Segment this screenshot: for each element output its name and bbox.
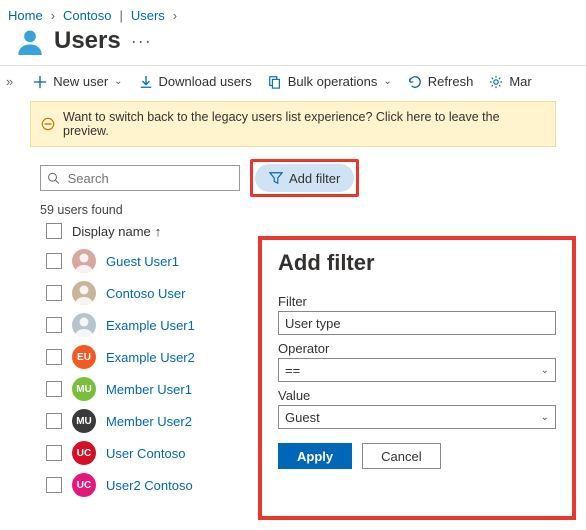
manage-label: Mar	[509, 74, 531, 89]
user-name-link[interactable]: Member User2	[106, 414, 192, 429]
breadcrumb: Home › Contoso | Users ›	[0, 0, 586, 27]
search-icon	[47, 171, 60, 185]
user-icon	[16, 27, 44, 55]
avatar: UC	[72, 441, 96, 465]
row-checkbox[interactable]	[46, 349, 62, 365]
toolbar: » New user ⌄ Download users Bulk operati…	[0, 66, 586, 97]
more-actions-button[interactable]: ···	[131, 31, 152, 52]
avatar: MU	[72, 409, 96, 433]
select-all-checkbox[interactable]	[46, 223, 62, 239]
row-checkbox[interactable]	[46, 381, 62, 397]
chevron-down-icon: ⌄	[114, 76, 122, 87]
operator-field-label: Operator	[278, 341, 556, 356]
chevron-down-icon: ⌄	[541, 412, 549, 423]
operator-field-select[interactable]: == ⌄	[278, 358, 556, 382]
operator-field-value: ==	[285, 363, 300, 378]
apply-button[interactable]: Apply	[278, 443, 352, 469]
avatar	[72, 281, 96, 305]
avatar: MU	[72, 377, 96, 401]
bulk-icon	[268, 75, 282, 89]
row-checkbox[interactable]	[46, 445, 62, 461]
breadcrumb-blade[interactable]: Users	[131, 8, 165, 23]
refresh-icon	[408, 75, 422, 89]
value-field-value: Guest	[285, 410, 320, 425]
page-title: Users	[54, 27, 121, 55]
avatar	[72, 249, 96, 273]
add-filter-button[interactable]: Add filter	[255, 164, 354, 192]
separator: |	[119, 8, 122, 23]
filter-panel-heading: Add filter	[278, 250, 556, 276]
breadcrumb-home[interactable]: Home	[8, 8, 43, 23]
bulk-operations-label: Bulk operations	[288, 74, 378, 89]
user-name-link[interactable]: User2 Contoso	[106, 478, 193, 493]
user-name-link[interactable]: Example User1	[106, 318, 195, 333]
add-filter-label: Add filter	[289, 171, 340, 186]
bulk-operations-button[interactable]: Bulk operations ⌄	[268, 74, 392, 89]
panel-button-row: Apply Cancel	[278, 443, 556, 469]
new-user-button[interactable]: New user ⌄	[33, 74, 122, 89]
results-count: 59 users found	[0, 201, 586, 219]
refresh-label: Refresh	[428, 74, 474, 89]
row-checkbox[interactable]	[46, 253, 62, 269]
search-field[interactable]	[66, 170, 233, 187]
avatar: UC	[72, 473, 96, 497]
filter-icon	[269, 171, 283, 185]
value-field-select[interactable]: Guest ⌄	[278, 405, 556, 429]
filter-panel: Add filter Filter User type Operator == …	[262, 240, 572, 479]
add-filter-highlight: Add filter	[250, 159, 359, 197]
page-header: Users ···	[0, 27, 586, 65]
notice-text: Want to switch back to the legacy users …	[63, 110, 545, 138]
sort-asc-icon: ↑	[155, 224, 162, 239]
filter-field-label: Filter	[278, 294, 556, 309]
value-field-label: Value	[278, 388, 556, 403]
user-name-link[interactable]: Example User2	[106, 350, 195, 365]
user-name-link[interactable]: Contoso User	[106, 286, 185, 301]
preview-notice[interactable]: Want to switch back to the legacy users …	[30, 101, 556, 147]
column-label: Display name	[72, 224, 151, 239]
expand-icon[interactable]: »	[6, 74, 13, 89]
chevron-right-icon: ›	[51, 8, 55, 23]
filter-field-value: User type	[285, 316, 341, 331]
refresh-button[interactable]: Refresh	[408, 74, 474, 89]
user-name-link[interactable]: Guest User1	[106, 254, 179, 269]
download-icon	[139, 75, 153, 89]
remove-icon	[41, 117, 55, 131]
chevron-right-icon: ›	[173, 8, 177, 23]
plus-icon	[33, 75, 47, 89]
column-display-name[interactable]: Display name ↑	[72, 224, 161, 239]
user-name-link[interactable]: Member User1	[106, 382, 192, 397]
avatar	[72, 313, 96, 337]
cancel-button[interactable]: Cancel	[362, 443, 440, 469]
avatar: EU	[72, 345, 96, 369]
chevron-down-icon: ⌄	[541, 365, 549, 376]
filter-field-input[interactable]: User type	[278, 311, 556, 335]
row-checkbox[interactable]	[46, 317, 62, 333]
download-users-label: Download users	[159, 74, 252, 89]
filter-panel-highlight: Add filter Filter User type Operator == …	[258, 236, 576, 520]
row-checkbox[interactable]	[46, 413, 62, 429]
download-users-button[interactable]: Download users	[139, 74, 252, 89]
new-user-label: New user	[53, 74, 108, 89]
search-input[interactable]	[40, 165, 240, 191]
search-row: Add filter	[0, 155, 586, 201]
user-name-link[interactable]: User Contoso	[106, 446, 185, 461]
manage-button[interactable]: Mar	[489, 74, 531, 89]
row-checkbox[interactable]	[46, 285, 62, 301]
breadcrumb-org[interactable]: Contoso	[63, 8, 111, 23]
row-checkbox[interactable]	[46, 477, 62, 493]
chevron-down-icon: ⌄	[383, 76, 391, 87]
gear-icon	[489, 75, 503, 89]
